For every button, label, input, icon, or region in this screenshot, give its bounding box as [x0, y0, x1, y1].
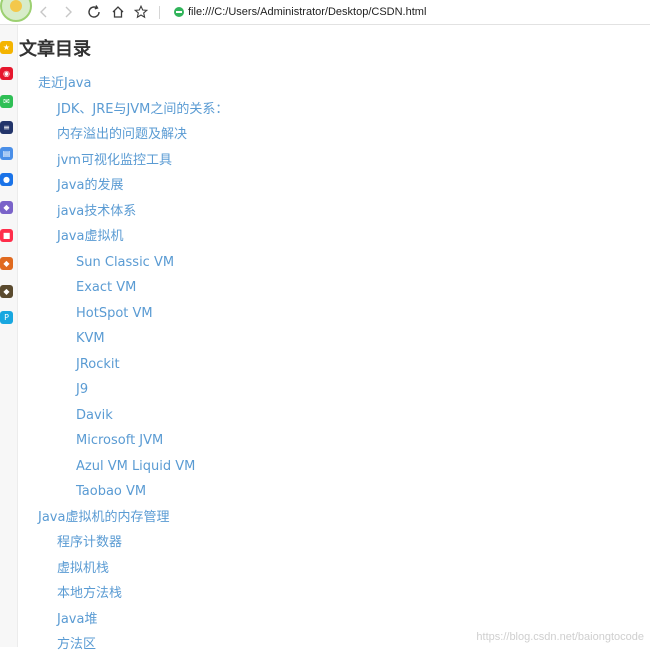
browser-logo-icon: [0, 0, 32, 22]
toc-item[interactable]: 虚拟机栈: [19, 556, 228, 582]
toc-item[interactable]: jvm可视化监控工具: [19, 148, 228, 174]
toc-item[interactable]: Davik: [19, 403, 228, 429]
forward-icon[interactable]: [58, 2, 78, 22]
pp-app-icon[interactable]: P: [0, 311, 13, 324]
bookmark-star-icon[interactable]: [131, 2, 151, 22]
app-sidebar: ★ ◉ ✉ ≡ ▤ ● ◆ ■ ◆ ◆ P: [0, 25, 18, 647]
favorites-star-icon[interactable]: ★: [0, 41, 13, 54]
news-app-icon[interactable]: ≡: [0, 121, 13, 134]
page-content: 文章目录 走近Java JDK、JRE与JVM之间的关系： 内存溢出的问题及解决 jv…: [19, 25, 650, 652]
mail-icon[interactable]: ✉: [0, 95, 13, 108]
toc-item[interactable]: HotSpot VM: [19, 301, 228, 327]
toc-item[interactable]: Sun Classic VM: [19, 250, 228, 276]
toc-item[interactable]: 本地方法栈: [19, 581, 228, 607]
toc-item[interactable]: Java虚拟机的内存管理: [19, 505, 228, 531]
address-bar[interactable]: file:///C:/Users/Administrator/Desktop/C…: [188, 3, 426, 21]
toc-item[interactable]: 内存溢出的问题及解决: [19, 122, 228, 148]
toc-item[interactable]: java技术体系: [19, 199, 228, 225]
reload-icon[interactable]: [84, 2, 104, 22]
toc-item[interactable]: 程序计数器: [19, 530, 228, 556]
toolbar-divider: [159, 6, 160, 19]
toc-item[interactable]: 方法区: [19, 632, 228, 658]
toc-item[interactable]: Microsoft JVM: [19, 428, 228, 454]
home-icon[interactable]: [108, 2, 128, 22]
game-app-icon[interactable]: ◆: [0, 257, 13, 270]
watermark: https://blog.csdn.net/baiongtocode: [476, 631, 644, 643]
toc-item[interactable]: KVM: [19, 326, 228, 352]
browser-toolbar: file:///C:/Users/Administrator/Desktop/C…: [0, 0, 650, 25]
toc-item[interactable]: Java的发展: [19, 173, 228, 199]
toc-item[interactable]: J9: [19, 377, 228, 403]
toc-item[interactable]: Azul VM Liquid VM: [19, 454, 228, 480]
shopping-icon[interactable]: ■: [0, 229, 13, 242]
toc-item[interactable]: 走近Java: [19, 71, 228, 97]
toc-title: 文章目录: [19, 39, 91, 60]
toc-item[interactable]: JDK、JRE与JVM之间的关系：: [19, 97, 228, 123]
toc-item[interactable]: Java虚拟机: [19, 224, 228, 250]
weibo-icon[interactable]: ◉: [0, 67, 13, 80]
docs-icon[interactable]: ▤: [0, 147, 13, 160]
secure-icon: [174, 7, 184, 17]
toc-item[interactable]: JRockit: [19, 352, 228, 378]
back-icon[interactable]: [34, 2, 54, 22]
toc-list: 走近Java JDK、JRE与JVM之间的关系： 内存溢出的问题及解决 jvm可视化监…: [19, 71, 228, 658]
chat-icon[interactable]: ●: [0, 173, 13, 186]
toc-item[interactable]: Java堆: [19, 607, 228, 633]
game-app-2-icon[interactable]: ◆: [0, 285, 13, 298]
game-icon[interactable]: ◆: [0, 201, 13, 214]
toc-item[interactable]: Taobao VM: [19, 479, 228, 505]
toc-item[interactable]: Exact VM: [19, 275, 228, 301]
